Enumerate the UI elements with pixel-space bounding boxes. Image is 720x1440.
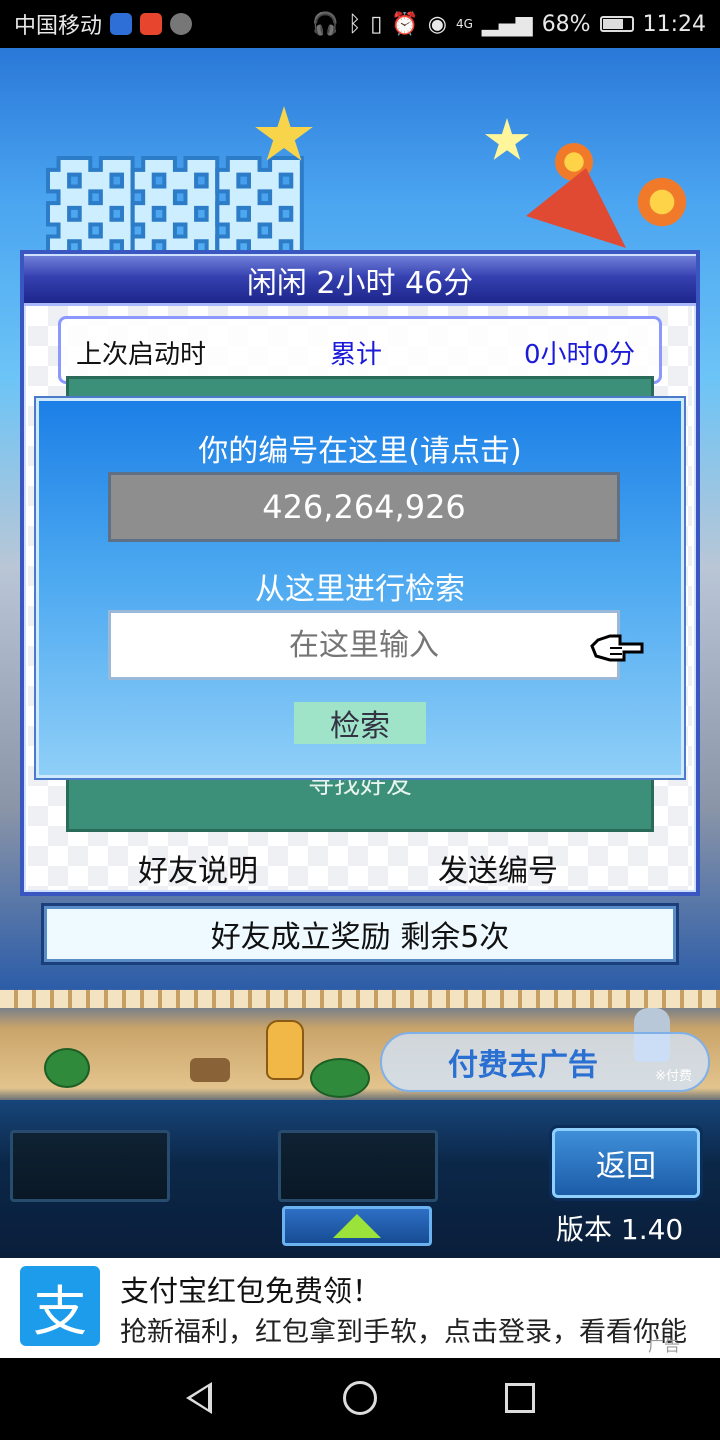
empty-slot-center[interactable] — [278, 1130, 438, 1202]
game-app-icon — [170, 13, 193, 35]
your-id-value[interactable]: 426,264,926 — [108, 472, 620, 542]
fence — [0, 990, 720, 1008]
tree-icon — [44, 1048, 90, 1088]
carrier-label: 中国移动 — [14, 14, 103, 39]
vibrate-icon: ▯ — [370, 11, 383, 37]
star-icon — [255, 106, 313, 161]
paid-note: ※付费 — [655, 1069, 692, 1084]
bluetooth-icon: ᛒ — [348, 11, 362, 37]
version-label: 版本 1.40 — [556, 1213, 684, 1246]
flower-icon — [634, 174, 690, 230]
expand-up-button[interactable] — [282, 1206, 432, 1246]
total-value: 0小时0分 — [524, 340, 636, 370]
empty-slot-left[interactable] — [10, 1130, 170, 1202]
battery-percent: 68% — [541, 11, 591, 37]
alipay-logo: 支 — [20, 1266, 100, 1346]
your-id-title: 你的编号在这里(请点击) — [198, 434, 522, 469]
ad-tag: 广告 — [648, 1336, 681, 1355]
battery-icon — [599, 16, 634, 32]
search-input[interactable] — [108, 610, 620, 680]
eye-icon: ◉ — [427, 11, 447, 37]
headphones-icon: 🎧 — [311, 11, 340, 37]
remove-ads-button[interactable]: 付费去广告 ※付费 — [380, 1032, 710, 1092]
weibo-icon — [140, 13, 163, 35]
bear-mascot-icon — [266, 1020, 304, 1080]
network-label: 4G — [455, 17, 473, 31]
friend-reward-bar: 好友成立奖励 剩余5次 — [44, 906, 676, 962]
tree-icon — [310, 1058, 370, 1098]
status-bar: 中国移动 🎧 ᛒ ▯ ⏰ ◉ 4G ▂▄▆ 68% 11:24 — [0, 0, 720, 48]
nav-back-icon[interactable] — [186, 1382, 212, 1414]
panel-title: 闲闲 2小时 46分 — [24, 256, 696, 306]
ad-title: 支付宝红包免费领！ — [120, 1274, 382, 1308]
search-title: 从这里进行检索 — [255, 572, 465, 607]
friend-help-button[interactable]: 好友说明 — [138, 846, 258, 890]
nav-home-icon[interactable] — [343, 1381, 377, 1415]
clock: 11:24 — [642, 11, 706, 37]
dog-icon — [190, 1058, 230, 1082]
arrow-up-icon — [333, 1214, 381, 1238]
back-button[interactable]: 返回 — [552, 1128, 700, 1198]
ad-subtitle: 抢新福利，红包拿到手软，点击登录，看看你能 — [120, 1317, 687, 1348]
nav-recents-icon[interactable] — [505, 1383, 535, 1413]
sparkle-icon — [484, 118, 530, 160]
pointing-hand-icon — [590, 634, 644, 662]
alarm-icon: ⏰ — [391, 11, 419, 37]
remove-ads-label: 付费去广告 — [448, 1048, 598, 1083]
search-button[interactable]: 检索 — [294, 702, 426, 744]
signal-icon: ▂▄▆ — [481, 11, 533, 37]
last-launch-label: 上次启动时 — [76, 340, 207, 370]
roof-decoration — [526, 168, 626, 248]
shield-app-icon — [110, 13, 133, 35]
send-id-button[interactable]: 发送编号 — [438, 846, 558, 890]
total-label: 累计 — [330, 340, 383, 370]
